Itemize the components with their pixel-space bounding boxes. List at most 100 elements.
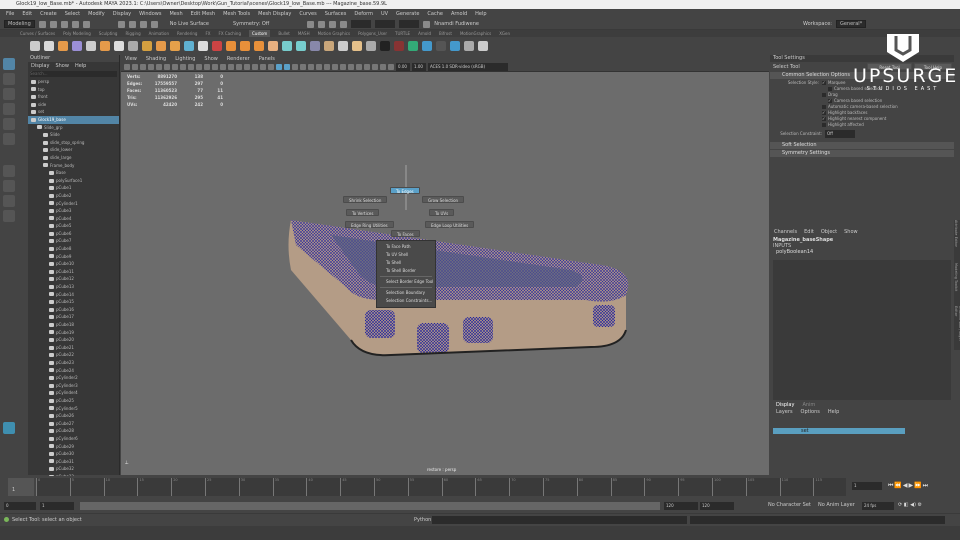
channel-box-menu-item[interactable]: Edit (804, 227, 814, 237)
menu-file[interactable]: File (6, 9, 14, 19)
submenu-item[interactable]: To Shell Border (377, 267, 435, 275)
shelf-tab[interactable]: Sculpting (99, 30, 118, 37)
shelf-tab[interactable]: Arnold (418, 30, 431, 37)
live-surface-label[interactable]: No Live Surface (170, 21, 209, 27)
menu-select[interactable]: Select (65, 9, 80, 19)
shelf-tab[interactable]: MotionGraphics (460, 30, 491, 37)
command-language[interactable]: Python (414, 517, 431, 523)
shelf-tool-icon[interactable] (408, 40, 418, 51)
ipr-icon[interactable] (318, 20, 326, 28)
outliner-item[interactable]: Frame_body (28, 162, 119, 170)
menu-generate[interactable]: Generate (396, 9, 419, 19)
soft-selection-header[interactable]: Soft Selection (770, 142, 954, 149)
menu-curves[interactable]: Curves (299, 9, 316, 19)
channel-box-menu-item[interactable]: Object (821, 227, 837, 237)
outliner-item[interactable]: pCube24 (28, 367, 119, 375)
submenu-item[interactable]: To Shell (377, 259, 435, 267)
shelf-tool-icon[interactable] (226, 40, 236, 51)
outliner-item[interactable]: pCube15 (28, 298, 119, 306)
shelf-tool-icon[interactable] (170, 40, 180, 51)
outliner-item[interactable]: pCube6 (28, 230, 119, 238)
shelf-tool-icon[interactable] (464, 40, 474, 51)
move-tool-icon[interactable] (3, 103, 15, 115)
side-tab[interactable]: Channel Box / Layer Editor (954, 306, 960, 349)
submenu-item[interactable]: Selection Constraints... (377, 297, 435, 305)
channel-box-menu-item[interactable]: Show (844, 227, 858, 237)
outliner-item[interactable]: pCube19 (28, 329, 119, 337)
shelf-tool-icon[interactable] (436, 40, 446, 51)
time-ruler[interactable]: 0 5 10 15 20 25 30 35 40 45 50 55 60 65 70 75 80 85 90 95 10… (36, 478, 846, 496)
outliner-item[interactable]: pCube22 (28, 351, 119, 359)
outliner-item[interactable]: pCube14 (28, 291, 119, 299)
fps-dropdown[interactable]: 24 fps (862, 502, 894, 510)
menu-edit-mesh[interactable]: Edit Mesh (191, 9, 215, 19)
outliner-item[interactable]: pCube12 (28, 275, 119, 283)
menu-create[interactable]: Create (40, 9, 57, 19)
save-scene-icon[interactable] (60, 20, 68, 28)
hypershade-icon[interactable] (340, 20, 348, 28)
shelf-tab[interactable]: FX (205, 30, 210, 37)
menu-set-dropdown[interactable]: Modeling (4, 20, 35, 28)
menu-modify[interactable]: Modify (88, 9, 105, 19)
character-set-dropdown[interactable]: No Character Set (768, 502, 811, 508)
menu-mesh-display[interactable]: Mesh Display (258, 9, 291, 19)
checkbox-icon[interactable] (822, 123, 826, 127)
shelf-tool-icon[interactable] (58, 40, 68, 51)
shelf-tab[interactable]: Motion Graphics (318, 30, 351, 37)
mm-to-faces[interactable]: To Faces (391, 230, 420, 237)
mm-to-vertices[interactable]: To Vertices (346, 209, 380, 216)
snap-point-icon[interactable] (139, 20, 147, 28)
outliner-item[interactable]: Slide_grp (28, 124, 119, 132)
shelf-tool-icon[interactable] (254, 40, 264, 51)
shelf-tab[interactable]: Bullet (278, 30, 290, 37)
outliner-item[interactable]: front (28, 93, 119, 101)
shelf-tool-icon[interactable] (296, 40, 306, 51)
tab-display[interactable]: Display (776, 402, 794, 409)
current-frame-marker[interactable]: 1 (8, 478, 34, 496)
menu-display[interactable]: Display (113, 9, 131, 19)
outliner-item[interactable]: persp (28, 78, 119, 86)
outliner-item[interactable]: set (28, 108, 119, 116)
z-field[interactable] (399, 20, 420, 28)
render-icon[interactable] (307, 20, 315, 28)
outliner-item[interactable]: pCube26 (28, 412, 119, 420)
outliner-item[interactable]: slide_stop_spring (28, 139, 119, 147)
outliner-item[interactable]: pCube17 (28, 313, 119, 321)
outliner-item[interactable]: slide_lower (28, 146, 119, 154)
shelf-tab[interactable]: MASH (298, 30, 310, 37)
current-frame-field[interactable]: 1 (852, 482, 882, 490)
shelf-tab[interactable]: Custom (249, 30, 271, 37)
symmetry-settings-header[interactable]: Symmetry Settings (770, 150, 954, 157)
shelf-tool-icon[interactable] (478, 40, 488, 51)
outliner-item[interactable]: pCube25 (28, 397, 119, 405)
shelf-tab[interactable]: Polygons_User (358, 30, 387, 37)
shelf-tab[interactable]: TURTLE (395, 30, 410, 37)
snap-grid-icon[interactable] (117, 20, 125, 28)
mm-edge-ring-utilities[interactable]: Edge Ring Utilities (345, 221, 394, 228)
anim-layer-dropdown[interactable]: No Anim Layer (818, 502, 855, 508)
time-slider[interactable]: 0 5 10 15 20 25 30 35 40 45 50 55 60 65 70 75 80 85 90 95 10… (0, 476, 960, 498)
rotate-tool-icon[interactable] (3, 118, 15, 130)
mm-to-uvs[interactable]: To UVs (429, 209, 455, 216)
outliner-item[interactable]: pCube3 (28, 207, 119, 215)
outliner-item[interactable]: polySurface1 (28, 177, 119, 185)
select-tool-icon[interactable] (3, 58, 15, 70)
shelf-tab[interactable]: Rigging (125, 30, 140, 37)
outliner-item[interactable]: pCylinder5 (28, 405, 119, 413)
shelf-tab[interactable]: Poly Modeling (63, 30, 91, 37)
new-scene-icon[interactable] (38, 20, 46, 28)
shelf-tool-icon[interactable] (100, 40, 110, 51)
x-field[interactable] (351, 20, 372, 28)
shelf-tool-icon[interactable] (142, 40, 152, 51)
shelf-tab[interactable]: Rendering (177, 30, 197, 37)
playback-controls[interactable]: ⏮⏪◀▶⏩⏭ (888, 482, 929, 490)
paint-select-icon[interactable] (3, 88, 15, 100)
menu-cache[interactable]: Cache (427, 9, 443, 19)
snap-curve-icon[interactable] (128, 20, 136, 28)
checkbox-icon[interactable] (822, 105, 826, 109)
checkbox-icon[interactable] (822, 93, 826, 97)
outliner-item[interactable]: pCube9 (28, 253, 119, 261)
outliner-menu-item[interactable]: Display (31, 62, 49, 70)
shelf-tool-icon[interactable] (324, 40, 334, 51)
menu-surfaces[interactable]: Surfaces (325, 9, 347, 19)
